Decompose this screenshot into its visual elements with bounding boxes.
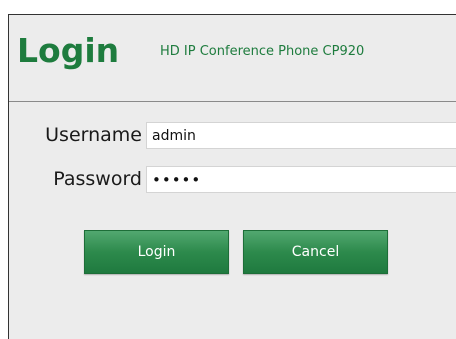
- device-model-subtitle: HD IP Conference Phone CP920: [160, 44, 365, 59]
- username-field[interactable]: [146, 122, 456, 149]
- username-row: Username: [9, 122, 456, 149]
- login-button[interactable]: Login: [84, 230, 229, 274]
- password-label: Password: [53, 168, 142, 190]
- page-title: Login: [17, 31, 120, 70]
- password-field[interactable]: [146, 166, 456, 193]
- login-panel: Login HD IP Conference Phone CP920 Usern…: [8, 14, 456, 339]
- username-label: Username: [45, 124, 142, 146]
- password-row: Password: [9, 166, 456, 193]
- login-header: Login HD IP Conference Phone CP920: [9, 15, 456, 102]
- cancel-button[interactable]: Cancel: [243, 230, 388, 274]
